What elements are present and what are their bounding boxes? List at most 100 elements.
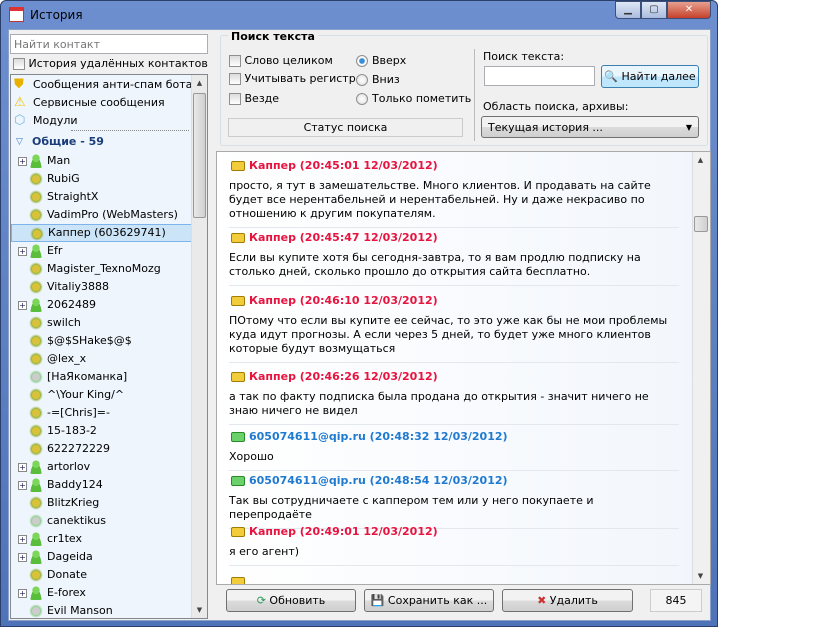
contact-item[interactable]: -=[Chris]=-: [11, 404, 192, 422]
contact-item[interactable]: Evil Manson: [11, 602, 192, 618]
match-case-checkbox[interactable]: Учитывать регистр: [229, 72, 356, 85]
message-partial: [229, 573, 679, 584]
sender-timestamp: 605074611@qip.ru (20:48:54 12/03/2012): [249, 474, 508, 487]
contact-item[interactable]: canektikus: [11, 512, 192, 530]
contact-item[interactable]: [НаЯкоманка]: [11, 368, 192, 386]
collapse-triangle-icon: ▽: [16, 137, 23, 147]
message-count: 845: [650, 589, 702, 612]
message-text: Хорошо: [229, 450, 274, 463]
expand-icon[interactable]: +: [18, 553, 27, 562]
contact-name: VadimPro (WebMasters): [47, 208, 178, 221]
contact-list[interactable]: ⛊ Сообщения анти-спам бота ⚠ Сервисные сооб…: [10, 74, 208, 619]
expand-icon[interactable]: +: [18, 157, 27, 166]
delete-button[interactable]: ✖ Удалить: [502, 589, 633, 612]
expand-icon[interactable]: +: [18, 463, 27, 472]
refresh-button[interactable]: ⟳ Обновить: [226, 589, 356, 612]
message-text: ПОтому что если вы купите ее сейчас, то …: [229, 314, 668, 355]
person-icon: [29, 154, 43, 168]
contact-item[interactable]: 15-183-2: [11, 422, 192, 440]
contact-item[interactable]: + Baddy124: [11, 476, 192, 494]
scroll-thumb[interactable]: [694, 216, 708, 232]
message-header: 605074611@qip.ru (20:48:54 12/03/2012): [229, 472, 679, 490]
expand-icon[interactable]: +: [18, 247, 27, 256]
contact-item[interactable]: Donate: [11, 566, 192, 584]
contact-name: [НаЯкоманка]: [47, 370, 128, 383]
message: 605074611@qip.ru (20:48:54 12/03/2012) Та…: [229, 472, 679, 529]
contact-item[interactable]: + Efr: [11, 242, 192, 260]
search-text-input[interactable]: [484, 66, 595, 86]
contact-name: Efr: [47, 244, 63, 257]
contact-name: Donate: [47, 568, 87, 581]
mark-only-radio[interactable]: Только пометить: [356, 92, 471, 105]
scroll-down-arrow[interactable]: ▼: [693, 568, 708, 584]
expand-icon[interactable]: +: [18, 589, 27, 598]
contact-item[interactable]: Vitaliy3888: [11, 278, 192, 296]
contact-item[interactable]: swilch: [11, 314, 192, 332]
contact-item[interactable]: Magister_TexnoMozg: [11, 260, 192, 278]
contact-item[interactable]: + E-forex: [11, 584, 192, 602]
special-item[interactable]: ⬡ Модули: [11, 112, 192, 130]
contact-item[interactable]: + cr1tex: [11, 530, 192, 548]
group-header[interactable]: ▽ Общие - 59: [11, 133, 192, 151]
contact-item[interactable]: + Dageida: [11, 548, 192, 566]
close-button[interactable]: ✕: [667, 1, 711, 19]
search-scope-select[interactable]: Текущая история ... ▼: [481, 116, 699, 138]
icq-flower-icon: [29, 334, 43, 348]
direction-down-radio[interactable]: Вниз: [356, 73, 400, 86]
message: 605074611@qip.ru (20:48:32 12/03/2012) Хо…: [229, 428, 679, 471]
everywhere-checkbox[interactable]: Везде: [229, 92, 279, 105]
contact-name: -=[Chris]=-: [47, 406, 110, 419]
contact-item[interactable]: $@$SHake$@$: [11, 332, 192, 350]
calendar-icon: [9, 7, 24, 22]
contact-name: artorlov: [47, 460, 91, 473]
contact-name: StraightX: [47, 190, 99, 203]
search-text-label: Поиск текста:: [483, 50, 565, 63]
icq-flower-icon: [29, 262, 43, 276]
expand-icon[interactable]: +: [18, 535, 27, 544]
contact-item[interactable]: RubiG: [11, 170, 192, 188]
contact-list-scrollbar[interactable]: ▲ ▼: [191, 75, 207, 618]
direction-up-radio[interactable]: Вверх: [356, 54, 406, 67]
refresh-icon: ⟳: [256, 594, 266, 607]
title-bar[interactable]: История ▁ ▢ ✕: [1, 1, 717, 29]
scroll-thumb[interactable]: [193, 93, 206, 218]
contact-item[interactable]: Каппер (603629741): [11, 224, 192, 242]
contact-item[interactable]: + artorlov: [11, 458, 192, 476]
search-status: Статус поиска: [228, 118, 463, 137]
contact-item[interactable]: @lex_x: [11, 350, 192, 368]
icq-flower-icon: [29, 388, 43, 402]
checkbox-box: [229, 55, 241, 67]
label: Обновить: [269, 594, 326, 607]
contact-item[interactable]: BlitzKrieg: [11, 494, 192, 512]
message-scrollbar[interactable]: ▲ ▼: [692, 152, 710, 584]
contact-name: BlitzKrieg: [47, 496, 100, 509]
search-scope-label: Область поиска, архивы:: [483, 100, 629, 113]
scroll-up-arrow[interactable]: ▲: [192, 75, 207, 91]
maximize-button[interactable]: ▢: [641, 1, 667, 19]
separator: [71, 130, 189, 131]
contact-item[interactable]: StraightX: [11, 188, 192, 206]
icq-flower-icon: [30, 227, 44, 241]
sender-timestamp: Каппер (20:49:01 12/03/2012): [249, 525, 438, 538]
minimize-button[interactable]: ▁: [615, 1, 641, 19]
save-as-button[interactable]: 💾 Сохранить как ...: [364, 589, 494, 612]
contact-item[interactable]: VadimPro (WebMasters): [11, 206, 192, 224]
contact-item[interactable]: 622272229: [11, 440, 192, 458]
contact-item[interactable]: ^\Your King/^: [11, 386, 192, 404]
offline-icon: [29, 514, 43, 528]
special-item[interactable]: ⛊ Сообщения анти-спам бота: [11, 76, 192, 94]
whole-word-checkbox[interactable]: Слово целиком: [229, 54, 333, 67]
find-next-button[interactable]: 🔍 Найти далее: [601, 65, 699, 88]
expand-icon[interactable]: +: [18, 481, 27, 490]
expand-icon[interactable]: +: [18, 301, 27, 310]
deleted-history-checkbox[interactable]: История удалённых контактов: [13, 57, 208, 70]
scroll-down-arrow[interactable]: ▼: [192, 602, 207, 618]
contact-item[interactable]: + Man: [11, 152, 192, 170]
scroll-up-arrow[interactable]: ▲: [693, 152, 708, 168]
icq-flower-icon: [29, 424, 43, 438]
message-text: я его агент): [229, 545, 300, 558]
find-contact-input[interactable]: Найти контакт: [10, 34, 208, 54]
special-item[interactable]: ⚠ Сервисные сообщения: [11, 94, 192, 112]
contact-item[interactable]: +2062489: [11, 296, 192, 314]
message-log[interactable]: Каппер (20:45:01 12/03/2012) просто, я ту…: [216, 151, 711, 585]
